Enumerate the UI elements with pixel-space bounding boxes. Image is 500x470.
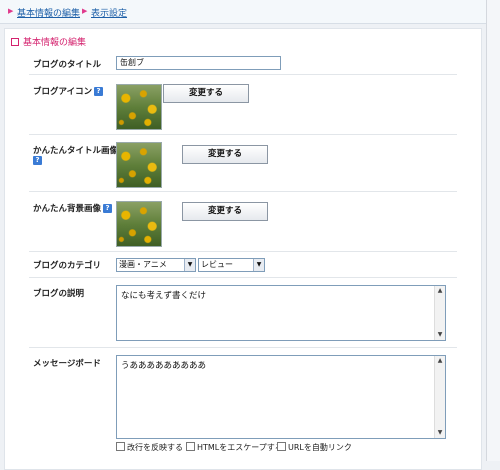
help-icon[interactable]: ? (103, 204, 113, 213)
message-board-label: メッセージボード (33, 359, 101, 369)
checkbox[interactable] (277, 442, 286, 451)
divider (29, 74, 457, 75)
bullet-icon: ▶ (82, 7, 88, 15)
scroll-up-icon[interactable]: ▲ (435, 356, 445, 366)
blog-title-input[interactable]: 缶創ブ (116, 56, 281, 70)
category-label: ブログのカテゴリ (33, 261, 102, 271)
change-blog-icon-button[interactable]: 変更する (163, 84, 249, 103)
dropdown-icon: ▼ (184, 259, 195, 271)
top-navigation: ▶ 基本情報の編集 ▶ 表示設定 (0, 0, 486, 24)
blog-title-label: ブログのタイトル (33, 60, 102, 70)
nav-link-display-settings[interactable]: 表示設定 (91, 6, 127, 19)
scroll-down-icon[interactable]: ▼ (435, 428, 445, 438)
section-marker-icon (11, 37, 19, 46)
divider (29, 277, 457, 278)
bullet-icon: ▶ (8, 7, 14, 15)
bg-image-label: かんたん背景画像? (33, 202, 113, 214)
checkbox[interactable] (116, 442, 125, 451)
option-auto-link[interactable]: URLを自動リンク (277, 442, 352, 453)
category-select-secondary[interactable]: レビュー ▼ (198, 258, 265, 272)
message-board-textarea[interactable]: うあああああああああ ▲ ▼ (116, 355, 446, 439)
dropdown-icon: ▼ (253, 259, 264, 271)
scrollbar[interactable]: ▲ ▼ (434, 356, 445, 438)
option-line-breaks[interactable]: 改行を反映する (116, 442, 183, 453)
option-escape-html[interactable]: HTMLをエスケープする (186, 442, 283, 453)
bg-image-thumbnail (116, 201, 162, 247)
section-title: 基本情報の編集 (11, 35, 86, 48)
blog-icon-image (116, 84, 162, 130)
edit-panel: 基本情報の編集 ブログのタイトル 缶創ブ ブログアイコン? 変更する かんたんタ… (4, 28, 482, 470)
divider (29, 134, 457, 135)
divider (29, 251, 457, 252)
scroll-up-icon[interactable]: ▲ (435, 286, 445, 296)
change-title-image-button[interactable]: 変更する (182, 145, 268, 164)
scroll-down-icon[interactable]: ▼ (435, 330, 445, 340)
change-bg-image-button[interactable]: 変更する (182, 202, 268, 221)
category-select-primary[interactable]: 漫画・アニメ ▼ (116, 258, 196, 272)
help-icon[interactable]: ? (33, 156, 42, 165)
nav-link-basic-info[interactable]: 基本情報の編集 (17, 6, 80, 19)
description-label: ブログの説明 (33, 289, 85, 299)
scrollbar[interactable]: ▲ ▼ (434, 286, 445, 340)
window-edge (486, 0, 500, 461)
divider (29, 347, 457, 348)
description-textarea[interactable]: なにも考えず書くだけ ▲ ▼ (116, 285, 446, 341)
checkbox[interactable] (186, 442, 195, 451)
help-icon[interactable]: ? (94, 87, 104, 96)
blog-icon-label: ブログアイコン? (33, 85, 104, 97)
title-image-thumbnail (116, 142, 162, 188)
divider (29, 191, 457, 192)
title-image-label: かんたんタイトル画像? (33, 146, 119, 165)
